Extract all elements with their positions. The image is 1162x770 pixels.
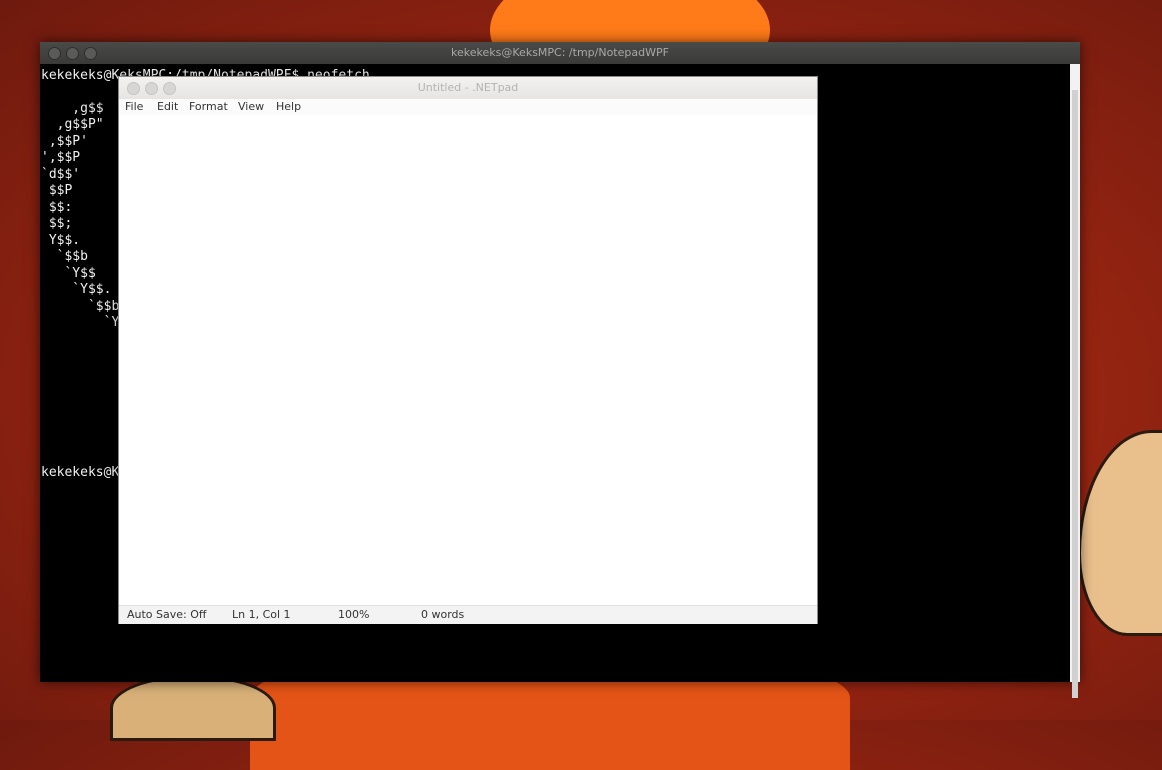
menu-help[interactable]: Help (276, 99, 301, 115)
minimize-icon[interactable] (145, 82, 158, 95)
editor-textarea[interactable] (121, 117, 813, 605)
neofetch-ascii-line: `Y$$ (41, 266, 96, 281)
neofetch-ascii-line: Y$$. (41, 233, 81, 248)
auto-save-status: Auto Save: Off (127, 608, 207, 621)
wallpaper-character-hand-left (110, 675, 276, 741)
close-icon[interactable] (48, 47, 61, 60)
word-count: 0 words (421, 608, 465, 621)
notepad-window[interactable]: Untitled - .NETpad File Edit Format View… (118, 76, 818, 624)
terminal-scrollbar-thumb[interactable] (1072, 90, 1078, 698)
menu-bar: File Edit Format View Help (119, 99, 817, 115)
neofetch-ascii-line: ,$$P' (41, 134, 88, 149)
neofetch-ascii-line: $$; (41, 216, 73, 231)
menu-format[interactable]: Format (189, 99, 228, 115)
notepad-titlebar[interactable]: Untitled - .NETpad (119, 77, 817, 99)
terminal-title: kekekeks@KeksMPC: /tmp/NotepadWPF (451, 46, 669, 59)
maximize-icon[interactable] (84, 47, 97, 60)
neofetch-ascii-line: `$$b (41, 249, 88, 264)
menu-file[interactable]: File (125, 99, 143, 115)
neofetch-ascii-line: $$P (41, 183, 73, 198)
notepad-title: Untitled - .NETpad (417, 81, 519, 94)
close-icon[interactable] (127, 82, 140, 95)
neofetch-ascii-line: `Y$$. (41, 282, 112, 297)
menu-view[interactable]: View (238, 99, 264, 115)
neofetch-ascii-line: `Y (41, 315, 120, 330)
zoom-level: 100% (338, 608, 370, 621)
neofetch-ascii-line: `$$b (41, 299, 120, 314)
minimize-icon[interactable] (66, 47, 79, 60)
cursor-position: Ln 1, Col 1 (232, 608, 291, 621)
neofetch-ascii-line: ,g$$P" (41, 117, 104, 132)
terminal-scrollbar[interactable] (1070, 64, 1080, 698)
neofetch-ascii-line: ',$$P (41, 150, 81, 165)
menu-edit[interactable]: Edit (157, 99, 178, 115)
neofetch-ascii-line: $$: (41, 200, 73, 215)
status-bar: Auto Save: Off Ln 1, Col 1 100% 0 words (119, 605, 817, 624)
neofetch-ascii-line: `d$$' (41, 167, 81, 182)
maximize-icon[interactable] (163, 82, 176, 95)
wallpaper-character-hand-right (1078, 430, 1162, 636)
neofetch-ascii-line: ,g$$ (41, 101, 104, 116)
terminal-titlebar[interactable]: kekekeks@KeksMPC: /tmp/NotepadWPF (40, 42, 1080, 64)
